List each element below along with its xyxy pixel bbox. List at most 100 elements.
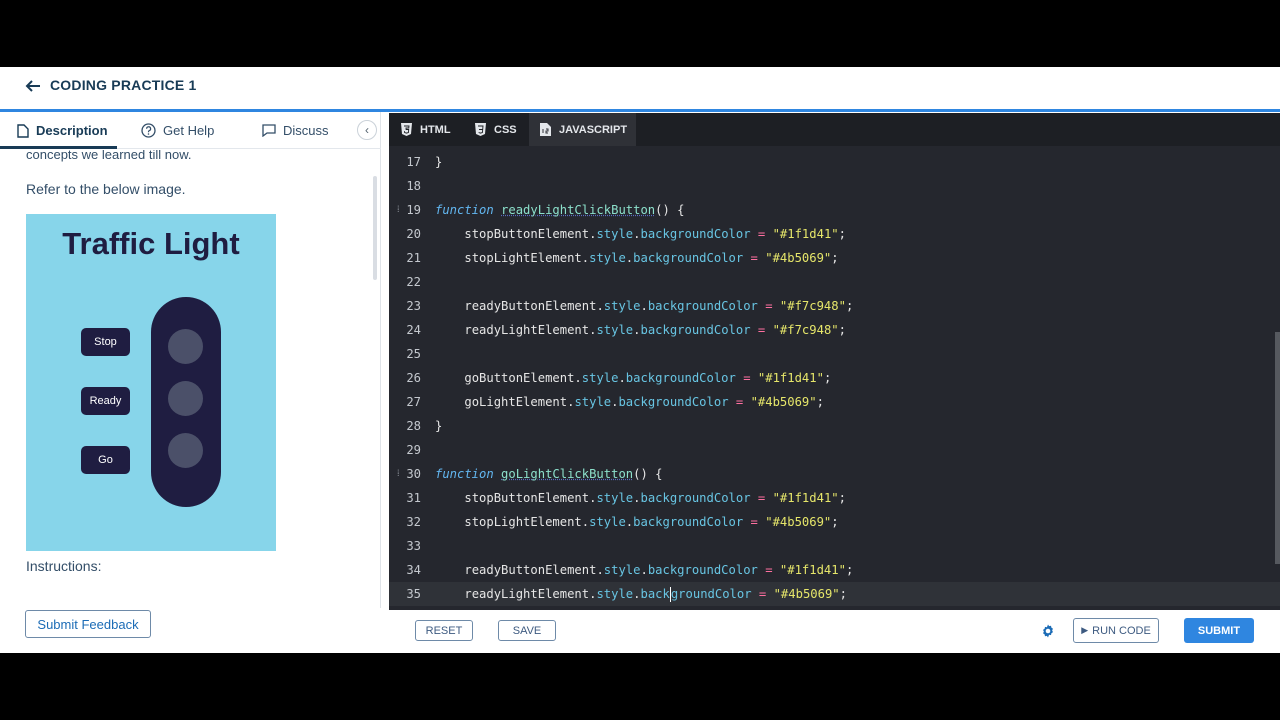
code-area[interactable]: 17} 18 ⁞ 19 function readyLightClickButton… [389, 146, 1280, 610]
code-line: ⁞ 30 function goLightClickButton() { [389, 462, 1280, 486]
tab-discuss[interactable]: Discuss [262, 112, 329, 149]
code-line: 32 stopLightElement.style.backgroundColo… [389, 510, 1280, 534]
run-code-label: RUN CODE [1092, 624, 1151, 637]
preview-title: Traffic Light [62, 226, 240, 261]
code-line-active: 35 readyLightElement.style.backgroundCol… [389, 582, 1280, 606]
line-number: 32 [406, 515, 421, 529]
tab-javascript-label: JAVASCRIPT [559, 123, 628, 136]
document-icon [17, 123, 29, 138]
code-text: goButtonElement.style.backgroundColor = … [464, 371, 832, 385]
line-number: 24 [406, 323, 421, 337]
tab-discuss-label: Discuss [283, 123, 329, 138]
problem-tabs: Description Get Help Discuss ‹ [0, 112, 381, 149]
line-number: 25 [406, 347, 421, 361]
code-text: readyLightElement.style.backgroundColor … [464, 323, 846, 337]
code-line: 27 goLightElement.style.backgroundColor … [389, 390, 1280, 414]
header: CODING PRACTICE 1 [0, 67, 1280, 109]
code-line: 29 [389, 438, 1280, 462]
chevron-left-icon: ‹ [365, 123, 369, 137]
line-number: 26 [406, 371, 421, 385]
code-line: 17} [389, 150, 1280, 174]
gear-icon[interactable] [1040, 623, 1056, 639]
line-number: 18 [406, 179, 421, 193]
code-line: 18 [389, 174, 1280, 198]
code-text: stopButtonElement.style.backgroundColor … [464, 227, 846, 241]
preview-stop-light [168, 329, 203, 364]
line-number: 22 [406, 275, 421, 289]
code-editor: HTML CSS JAVASCRIPT 17} 18 ⁞ 19 function r… [389, 113, 1280, 610]
collapse-panel-button[interactable]: ‹ [357, 120, 377, 140]
tab-css-label: CSS [494, 123, 517, 136]
run-code-button[interactable]: ▶ RUN CODE [1073, 618, 1159, 643]
code-line: 21 stopLightElement.style.backgroundColo… [389, 246, 1280, 270]
css3-icon [475, 123, 486, 136]
tab-description-label: Description [36, 123, 108, 138]
preview-go-light [168, 433, 203, 468]
code-text: } [435, 419, 443, 433]
preview-go-button: Go [81, 446, 130, 474]
refer-text: Refer to the below image. [26, 181, 186, 197]
code-line: 28} [389, 414, 1280, 438]
line-number: 34 [406, 563, 421, 577]
line-number: 29 [406, 443, 421, 457]
save-button[interactable]: SAVE [498, 620, 556, 641]
instructions-heading: Instructions: [26, 558, 102, 574]
code-text: function readyLightClickButton() { [435, 203, 685, 217]
code-text: stopButtonElement.style.backgroundColor … [464, 491, 846, 505]
description-scrollbar[interactable] [373, 176, 377, 280]
description-content[interactable]: concepts we learned till now. Refer to t… [0, 150, 381, 596]
line-number: 35 [406, 587, 421, 601]
code-text: function goLightClickButton() { [435, 467, 663, 481]
line-number: 20 [406, 227, 421, 241]
line-number: 28 [406, 419, 421, 433]
js-file-icon [540, 123, 551, 136]
code-text: } [435, 155, 443, 169]
editor-scrollbar[interactable] [1275, 332, 1280, 564]
preview-ready-light [168, 381, 203, 416]
line-number: 19 [406, 203, 421, 217]
active-tab-indicator [0, 146, 117, 149]
tab-css[interactable]: CSS [475, 113, 527, 146]
code-text: readyLightElement.style.backgroundColor … [464, 587, 847, 602]
code-line: 34 readyButtonElement.style.backgroundCo… [389, 558, 1280, 582]
tab-description[interactable]: Description [17, 112, 108, 149]
line-number: 33 [406, 539, 421, 553]
tab-get-help[interactable]: Get Help [141, 112, 214, 149]
html5-icon [401, 123, 412, 136]
preview-traffic-pole [151, 297, 221, 507]
tab-javascript[interactable]: JAVASCRIPT [529, 113, 636, 146]
editor-tabs: HTML CSS JAVASCRIPT [389, 113, 1280, 146]
tab-html-label: HTML [420, 123, 451, 136]
code-line: ⁞ 19 function readyLightClickButton() { [389, 198, 1280, 222]
line-number: 27 [406, 395, 421, 409]
editor-footer: RESET SAVE ▶ RUN CODE SUBMIT [390, 610, 1280, 653]
tab-html[interactable]: HTML [401, 113, 461, 146]
code-line: 31 stopButtonElement.style.backgroundCol… [389, 486, 1280, 510]
app-window: CODING PRACTICE 1 Description Get Help D… [0, 67, 1280, 653]
back-arrow-icon[interactable] [24, 77, 44, 97]
code-text: stopLightElement.style.backgroundColor =… [464, 515, 839, 529]
code-text: readyButtonElement.style.backgroundColor… [464, 299, 854, 313]
submit-feedback-button[interactable]: Submit Feedback [25, 610, 151, 638]
preview-ready-button: Ready [81, 387, 130, 415]
play-icon: ▶ [1081, 625, 1089, 635]
help-circle-icon [141, 123, 156, 138]
tab-get-help-label: Get Help [163, 123, 215, 138]
code-line: 26 goButtonElement.style.backgroundColor… [389, 366, 1280, 390]
preview-stop-button: Stop [81, 328, 130, 356]
code-line: 22 [389, 270, 1280, 294]
reset-button[interactable]: RESET [415, 620, 473, 641]
code-text: goLightElement.style.backgroundColor = "… [464, 395, 824, 409]
line-number: 31 [406, 491, 421, 505]
problem-panel: Description Get Help Discuss ‹ concepts … [0, 112, 381, 608]
line-number: 23 [406, 299, 421, 313]
code-line: 23 readyButtonElement.style.backgroundCo… [389, 294, 1280, 318]
code-text: stopLightElement.style.backgroundColor =… [464, 251, 839, 265]
description-text: concepts we learned till now. [26, 150, 192, 162]
left-footer: Submit Feedback [0, 608, 390, 653]
page-title: CODING PRACTICE 1 [50, 77, 197, 93]
code-text: readyButtonElement.style.backgroundColor… [464, 563, 854, 577]
submit-button[interactable]: SUBMIT [1184, 618, 1254, 643]
code-line: 25 [389, 342, 1280, 366]
reference-image: Traffic Light Stop Ready Go [26, 214, 276, 551]
